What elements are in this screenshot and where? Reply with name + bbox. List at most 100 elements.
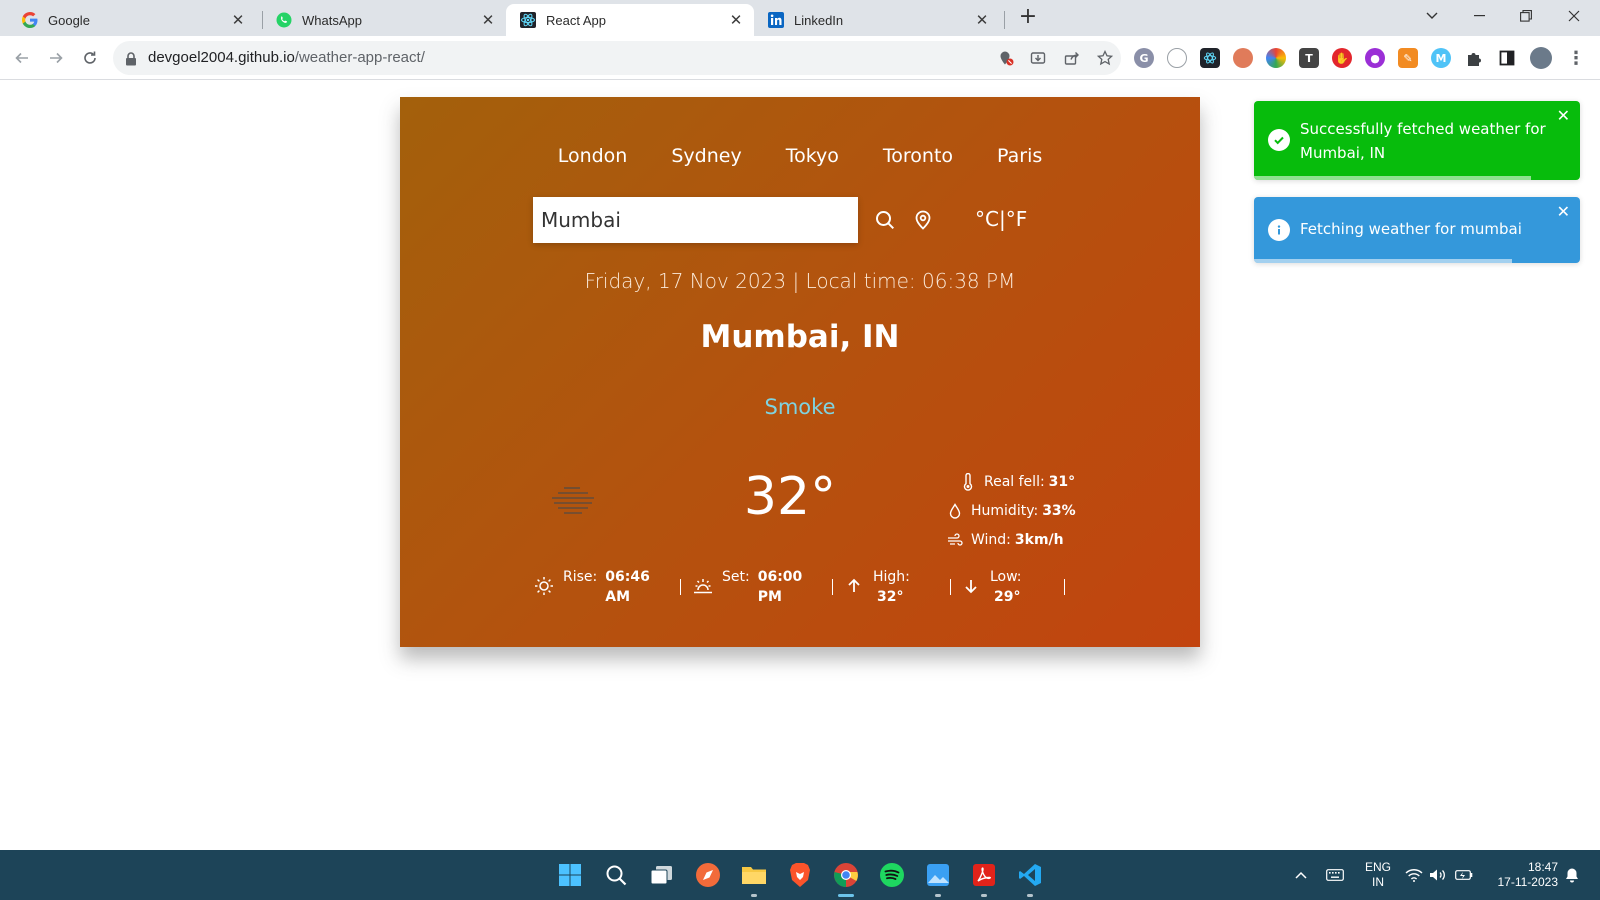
tab-react-app[interactable]: React App ✕ [506, 4, 754, 36]
city-search-input[interactable] [533, 197, 858, 243]
fahrenheit-button[interactable]: °F [1006, 207, 1028, 231]
tab-google[interactable]: Google ✕ [8, 4, 256, 36]
close-tab-icon[interactable]: ✕ [974, 12, 990, 28]
extensions-puzzle-icon[interactable] [1464, 48, 1484, 68]
m-extension-icon[interactable]: M [1431, 48, 1451, 68]
brave-browser-icon[interactable] [784, 859, 816, 891]
close-toast-icon[interactable]: ✕ [1557, 204, 1570, 220]
tab-linkedin[interactable]: LinkedIn ✕ [754, 4, 1000, 36]
weather-card: London Sydney Tokyo Toronto Paris °C|°F … [400, 97, 1200, 647]
success-toast[interactable]: Successfully fetched weather for Mumbai,… [1254, 101, 1580, 180]
react-devtools-icon[interactable] [1200, 48, 1220, 68]
sunrise-label: Rise: [563, 569, 598, 585]
city-button-sydney[interactable]: Sydney [671, 145, 741, 167]
circle-extension-icon[interactable] [1167, 48, 1187, 68]
acrobat-icon[interactable] [968, 859, 1000, 891]
city-buttons: London Sydney Tokyo Toronto Paris [400, 145, 1200, 167]
language-indicator[interactable]: ENG IN [1362, 860, 1394, 890]
share-icon[interactable] [1063, 49, 1081, 67]
new-tab-button[interactable]: + [1016, 6, 1040, 30]
file-explorer-icon[interactable] [738, 859, 770, 891]
divider [832, 579, 833, 595]
close-tab-icon[interactable]: ✕ [728, 12, 744, 28]
celsius-button[interactable]: °C [975, 207, 999, 231]
chrome-icon[interactable] [830, 859, 862, 891]
tab-separator [1004, 11, 1005, 29]
purple-extension-icon[interactable]: ● [1365, 48, 1385, 68]
city-button-tokyo[interactable]: Tokyo [786, 145, 839, 167]
whatsapp-icon [276, 12, 292, 28]
bookmark-star-icon[interactable] [1096, 49, 1114, 67]
keyboard-icon[interactable] [1324, 864, 1346, 886]
info-toast[interactable]: Fetching weather for mumbai ✕ [1254, 197, 1580, 263]
running-indicator [935, 894, 941, 897]
avatar-extension-icon[interactable] [1233, 48, 1253, 68]
color-picker-extension-icon[interactable] [1266, 48, 1286, 68]
adblock-extension-icon[interactable]: ✋ [1332, 48, 1352, 68]
task-view-icon[interactable] [646, 859, 678, 891]
tab-whatsapp[interactable]: WhatsApp ✕ [262, 4, 506, 36]
search-icon[interactable] [600, 859, 632, 891]
running-indicator [981, 894, 987, 897]
install-app-icon[interactable] [1029, 49, 1047, 67]
city-button-paris[interactable]: Paris [997, 145, 1042, 167]
close-tab-icon[interactable]: ✕ [480, 12, 496, 28]
wifi-icon[interactable] [1404, 864, 1424, 886]
close-window-button[interactable] [1552, 0, 1596, 32]
unit-separator: | [998, 207, 1006, 231]
google-icon [22, 12, 38, 28]
sunrise-icon [533, 575, 555, 597]
photos-app-icon[interactable] [922, 859, 954, 891]
side-panel-icon[interactable] [1497, 48, 1517, 68]
url-path: /weather-app-react/ [294, 49, 425, 66]
notification-bell-icon[interactable] [1562, 864, 1582, 886]
unit-toggle: °C|°F [975, 207, 1027, 231]
battery-icon[interactable] [1454, 864, 1474, 886]
wind-value: 3km/h [1014, 531, 1064, 548]
lock-icon[interactable] [125, 51, 137, 70]
url-text: devgoel2004.github.io/weather-app-react/ [148, 49, 425, 66]
temperature-value: 32° [743, 467, 837, 527]
sunrise-item: Rise: 06:46 AM [533, 567, 653, 607]
grammarly-extension-icon[interactable]: G [1134, 48, 1154, 68]
back-button[interactable] [8, 44, 36, 72]
forward-button[interactable] [42, 44, 70, 72]
toast-progress-bar [1254, 259, 1512, 263]
browser-toolbar: devgoel2004.github.io/weather-app-react/… [0, 36, 1600, 80]
minimize-button[interactable] [1458, 0, 1502, 32]
vscode-icon[interactable] [1014, 859, 1046, 891]
high-temp-label: High: [873, 569, 910, 585]
wind-icon [945, 531, 965, 549]
weather-condition: Smoke [764, 395, 836, 419]
city-button-toronto[interactable]: Toronto [883, 145, 953, 167]
compass-app-icon[interactable] [692, 859, 724, 891]
location-pin-icon[interactable] [912, 209, 934, 231]
restore-button[interactable] [1504, 0, 1548, 32]
menu-kebab-icon[interactable]: ⋮ [1566, 48, 1586, 69]
orange-extension-icon[interactable]: ✎ [1398, 48, 1418, 68]
close-tab-icon[interactable]: ✕ [230, 12, 246, 28]
wind-row: Wind: 3km/h [945, 525, 1076, 554]
tab-search-button[interactable] [1410, 0, 1454, 32]
city-button-london[interactable]: London [558, 145, 628, 167]
volume-icon[interactable] [1428, 864, 1448, 886]
sun-and-range-bar: Rise: 06:46 AM Set: 06:00 PM High: 32° L… [530, 567, 1090, 611]
reload-button[interactable] [76, 44, 104, 72]
close-toast-icon[interactable]: ✕ [1557, 108, 1570, 124]
sunset-label: Set: [722, 569, 750, 585]
location-blocked-icon[interactable] [997, 49, 1015, 67]
real-feel-label: Real fell: [984, 473, 1045, 490]
low-temp-item: Low: 29° [960, 567, 1022, 607]
running-indicator [751, 894, 757, 897]
spotify-icon[interactable] [876, 859, 908, 891]
tab-label: Google [48, 12, 90, 28]
windows-start-icon[interactable] [554, 859, 586, 891]
check-circle-icon [1268, 129, 1290, 151]
clock[interactable]: 18:47 17-11-2023 [1482, 860, 1559, 890]
chevron-up-icon[interactable] [1292, 864, 1310, 886]
address-bar[interactable]: devgoel2004.github.io/weather-app-react/ [113, 41, 1121, 75]
profile-avatar[interactable] [1530, 47, 1552, 69]
real-feel-value: 31° [1048, 473, 1076, 490]
t-extension-icon[interactable]: T [1299, 48, 1319, 68]
search-icon[interactable] [874, 209, 896, 231]
